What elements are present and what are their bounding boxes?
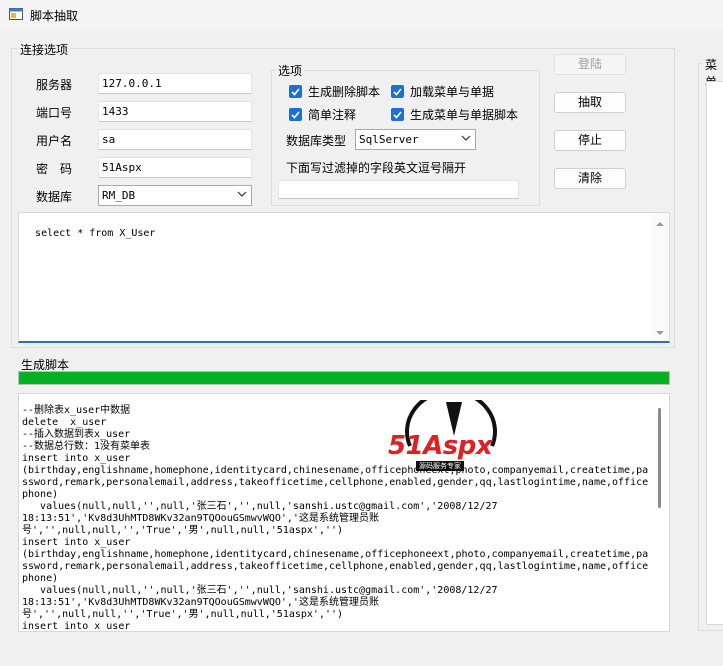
output-line: 18:13:51','Kv8d3UhMTD8WKv32an9TQOouGSmwv…: [22, 513, 379, 524]
output-line: --插入数据到表x_user: [22, 429, 131, 440]
load-menu-label: 加载菜单与单据: [410, 85, 495, 99]
chevron-down-icon: [237, 191, 247, 197]
output-line: --数据总行数：1没有菜单表: [22, 441, 151, 452]
watermark-tagline: 源码服务专家: [416, 461, 464, 471]
output-scrollbar[interactable]: [654, 402, 666, 630]
load-menu-checkbox[interactable]: 加载菜单与单据: [391, 83, 494, 100]
simple-comment-label: 简单注释: [308, 108, 357, 122]
query-scrollbar[interactable]: [652, 214, 668, 341]
database-select-value: RM_DB: [102, 189, 136, 202]
output-line: 号','',null,null,'','True','男',null,null,…: [22, 525, 344, 536]
output-line: (birthday,englishname,homephone,identity…: [22, 549, 649, 560]
user-input[interactable]: sa: [98, 129, 252, 150]
db-type-select[interactable]: SqlServer: [355, 129, 476, 150]
db-type-select-value: SqlServer: [359, 133, 419, 146]
query-text: select * from X_User: [35, 228, 156, 239]
gen-delete-checkbox[interactable]: 生成删除脚本: [289, 83, 380, 100]
checkbox-box: [391, 85, 404, 98]
output-line: insert into x_user: [22, 537, 131, 548]
output-line: insert into x_user: [22, 453, 131, 464]
query-textarea[interactable]: select * from X_User: [18, 212, 670, 343]
server-input[interactable]: 127.0.0.1: [98, 73, 252, 94]
server-label: 服务器: [36, 78, 73, 92]
output-line: --删除表x_user中数据: [22, 405, 131, 416]
output-line: 18:13:51','Kv8d3UhMTD8WKv32an9TQOouGSmwv…: [22, 597, 379, 608]
user-label: 用户名: [36, 134, 73, 148]
watermark-logo: 51Aspx 源码服务专家: [388, 400, 518, 480]
gen-delete-label: 生成删除脚本: [308, 85, 381, 99]
port-label: 端口号: [36, 106, 73, 120]
scroll-down-arrow-icon[interactable]: [652, 327, 668, 339]
database-select[interactable]: RM_DB: [98, 185, 252, 206]
output-line: 号','',null,null,'','True','男',null,null,…: [22, 609, 344, 620]
password-label: 密 码: [36, 162, 73, 176]
simple-comment-checkbox[interactable]: 简单注释: [289, 106, 356, 123]
extract-button[interactable]: 抽取: [554, 92, 626, 113]
check-icon: [291, 88, 300, 96]
gen-menu-script-label: 生成菜单与单据脚本: [410, 108, 519, 122]
password-input[interactable]: 51Aspx: [98, 157, 252, 178]
output-line: phone): [22, 573, 59, 584]
output-line: ssword,remark,personalemail,address,take…: [22, 561, 649, 572]
clear-button[interactable]: 清除: [554, 168, 626, 189]
check-icon: [393, 111, 402, 119]
check-icon: [393, 88, 402, 96]
output-lines: --删除表x_user中数据 delete x_user --插入数据到表x_use…: [22, 405, 669, 632]
checkbox-box: [289, 108, 302, 121]
output-line: ssword,remark,personalemail,address,take…: [22, 477, 649, 488]
progress-fill: [19, 372, 669, 384]
menu-tree[interactable]: [706, 81, 723, 625]
stop-button[interactable]: 停止: [554, 130, 626, 151]
checkbox-box: [289, 85, 302, 98]
output-line: values(null,null,'',null,'张三石','',null,'…: [22, 501, 498, 512]
app-window-icon: [9, 8, 23, 20]
progress-bar: [18, 371, 670, 385]
database-label: 数据库: [36, 190, 73, 204]
output-textarea[interactable]: --删除表x_user中数据 delete x_user --插入数据到表x_use…: [18, 393, 670, 632]
gen-menu-script-checkbox[interactable]: 生成菜单与单据脚本: [391, 106, 518, 123]
output-line: delete x_user: [22, 417, 107, 428]
output-line: values(null,null,'',null,'张三石','',null,'…: [22, 585, 498, 596]
window-title: 脚本抽取: [30, 9, 79, 23]
output-line: phone): [22, 489, 59, 500]
filter-label: 下面写过滤掉的字段英文逗号隔开: [286, 161, 467, 175]
checkbox-box: [391, 108, 404, 121]
login-button[interactable]: 登陆: [554, 54, 626, 75]
output-scroll-thumb[interactable]: [658, 408, 661, 508]
options-legend: 选项: [276, 62, 305, 79]
check-icon: [291, 111, 300, 119]
watermark-brand: 51Aspx: [388, 431, 493, 461]
connection-legend: 连接选项: [18, 41, 71, 58]
title-bar: 脚本抽取: [0, 0, 723, 30]
scroll-up-arrow-icon[interactable]: [652, 218, 668, 230]
chevron-down-icon: [461, 135, 471, 141]
port-input[interactable]: 1433: [98, 101, 252, 122]
db-type-label: 数据库类型: [286, 134, 347, 148]
filter-input[interactable]: [278, 180, 519, 199]
output-line: insert into x_user: [22, 621, 131, 632]
output-line: (birthday,englishname,homephone,identity…: [22, 465, 649, 476]
